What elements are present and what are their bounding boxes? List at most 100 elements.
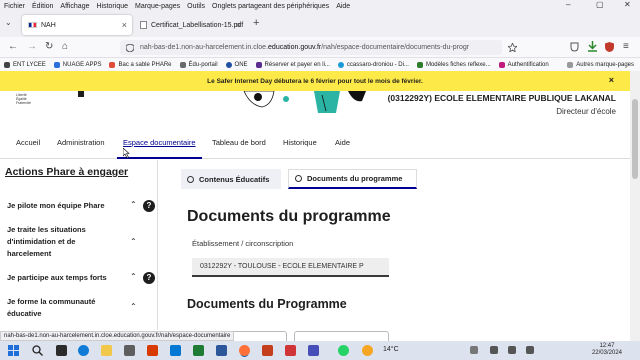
- powerpoint-icon[interactable]: [262, 345, 273, 356]
- close-tab-icon[interactable]: ×: [236, 20, 241, 30]
- home-button[interactable]: ⌂: [62, 41, 68, 53]
- shield-icon[interactable]: [126, 44, 134, 52]
- bookmark-label: Bac a sable PHARe: [118, 61, 172, 68]
- menu-help[interactable]: Aide: [336, 3, 350, 10]
- nav-espace-documentaire[interactable]: Espace documentaire: [117, 138, 202, 159]
- windows-start-icon[interactable]: [8, 345, 19, 356]
- file-explorer-icon[interactable]: [101, 345, 112, 356]
- etab-label: Établissement / circonscription: [192, 239, 294, 248]
- page-title: Documents du programme: [187, 208, 391, 225]
- chevron-up-icon[interactable]: ⌃: [130, 302, 137, 311]
- shield-extension-icon[interactable]: [605, 42, 614, 52]
- bookmark-label: Réserver et payer en li...: [264, 61, 330, 68]
- onedrive-icon[interactable]: [470, 346, 478, 354]
- forward-button[interactable]: →: [27, 41, 37, 53]
- menu-tools[interactable]: Outils: [187, 3, 205, 10]
- tab-documents-programme[interactable]: Documents du programme: [288, 169, 417, 189]
- folder-icon: [567, 61, 574, 68]
- bookmark-star-icon[interactable]: [508, 43, 517, 52]
- bookmark-icon: [4, 61, 10, 68]
- user-role: Directeur d'école: [556, 107, 616, 116]
- menu-edit[interactable]: Édition: [32, 3, 53, 10]
- close-window-button[interactable]: ✕: [624, 0, 631, 9]
- download-icon[interactable]: [588, 41, 597, 52]
- tab-list-icon[interactable]: ⌄: [5, 18, 12, 27]
- chevron-up-icon[interactable]: ⌃: [130, 272, 137, 281]
- sidebar-item-situations[interactable]: Je traite les situations d'intimidation …: [7, 224, 117, 260]
- nav-historique[interactable]: Historique: [283, 138, 317, 147]
- network-icon[interactable]: [490, 346, 498, 354]
- menu-bar: Fichier Édition Affichage Historique Mar…: [0, 0, 640, 12]
- app-menu-button[interactable]: ≡: [623, 41, 629, 53]
- task-view-icon[interactable]: [56, 345, 67, 356]
- nav-tableau-de-bord[interactable]: Tableau de bord: [212, 138, 266, 147]
- puzzle-icon: [498, 61, 505, 68]
- nav-aide[interactable]: Aide: [335, 138, 350, 147]
- close-icon[interactable]: ×: [609, 75, 614, 85]
- menu-bookmarks[interactable]: Marque-pages: [135, 3, 180, 10]
- clock-time: 12:47: [599, 343, 615, 349]
- bookmark-item[interactable]: ccassaro-droniou - Di...: [337, 61, 409, 68]
- battery-icon[interactable]: [526, 346, 534, 354]
- close-tab-icon[interactable]: ×: [122, 20, 127, 30]
- teams-icon[interactable]: [308, 345, 319, 356]
- word-icon[interactable]: [216, 345, 227, 356]
- bookmark-label: ENT LYCEE: [13, 61, 46, 68]
- weather-icon: [362, 345, 373, 356]
- other-bookmarks[interactable]: Autres marque-pages: [567, 61, 634, 68]
- search-icon[interactable]: [32, 345, 43, 356]
- bookmark-icon: [255, 61, 262, 68]
- sidebar-item-temps-forts[interactable]: Je participe aux temps forts: [7, 272, 117, 284]
- help-icon[interactable]: ?: [143, 200, 155, 212]
- menu-shared-tabs[interactable]: Onglets partageant des périphériques: [212, 3, 329, 10]
- bookmark-item[interactable]: ENT LYCEE: [4, 61, 46, 68]
- bookmark-item[interactable]: Réserver et payer en li...: [255, 61, 330, 68]
- menu-file[interactable]: Fichier: [4, 3, 25, 10]
- bookmark-item[interactable]: ONE: [225, 61, 248, 68]
- firefox-icon[interactable]: [239, 345, 250, 356]
- sidebar-item-pilote[interactable]: Je pilote mon équipe Phare: [7, 200, 117, 212]
- new-tab-button[interactable]: +: [253, 17, 259, 29]
- menu-view[interactable]: Affichage: [60, 3, 89, 10]
- url-bar[interactable]: nah-bas-de1.non-au-harcelement.in.cloe. e…: [120, 40, 502, 55]
- bookmark-item[interactable]: Authentification: [498, 61, 549, 68]
- office-icon[interactable]: [147, 345, 158, 356]
- system-clock[interactable]: 12:47 22/03/2024: [592, 343, 622, 357]
- scrollbar-thumb[interactable]: [632, 99, 638, 179]
- tab-contenus-educatifs[interactable]: Contenus Éducatifs: [181, 169, 281, 189]
- main-content: Contenus Éducatifs Documents du programm…: [159, 160, 630, 343]
- bookmark-label: ONE: [234, 61, 248, 68]
- pocket-icon[interactable]: [570, 42, 579, 52]
- edge-icon[interactable]: [78, 345, 89, 356]
- page-scrollbar[interactable]: [630, 71, 640, 341]
- bookmark-item[interactable]: NUAGE APPS: [53, 61, 101, 68]
- bookmark-item[interactable]: Bac a sable PHARe: [109, 61, 172, 68]
- bookmark-item[interactable]: Modèles fiches reflexe...: [416, 61, 491, 68]
- tab-certificat[interactable]: Certificat_Labellisation-15.pdf ×: [134, 15, 246, 35]
- reload-button[interactable]: ↻: [45, 41, 53, 53]
- sidebar-item-forme[interactable]: Je forme la communauté éducative: [7, 296, 117, 320]
- chevron-up-icon[interactable]: ⌃: [130, 200, 137, 209]
- help-icon[interactable]: ?: [143, 272, 155, 284]
- menu-history[interactable]: Historique: [96, 3, 128, 10]
- acrobat-icon[interactable]: [285, 345, 296, 356]
- nav-accueil[interactable]: Accueil: [16, 138, 40, 147]
- tab-nah[interactable]: NAH ×: [22, 15, 132, 35]
- excel-icon[interactable]: [193, 345, 204, 356]
- check-circle-icon: [187, 175, 194, 183]
- minimize-button[interactable]: –: [566, 0, 570, 9]
- store-icon[interactable]: [124, 345, 135, 356]
- pdf-icon: [140, 21, 147, 29]
- back-button[interactable]: ←: [8, 41, 18, 53]
- whatsapp-icon[interactable]: [338, 345, 349, 356]
- chevron-up-icon[interactable]: ⌃: [130, 237, 137, 246]
- bookmark-item[interactable]: Édu-portail: [179, 61, 218, 68]
- mail-icon[interactable]: [170, 345, 181, 356]
- maximize-button[interactable]: ▢: [596, 0, 604, 9]
- nav-administration[interactable]: Administration: [57, 138, 105, 147]
- check-circle-icon: [295, 175, 302, 182]
- etab-select[interactable]: 0312292Y - TOULOUSE - ECOLE ELEMENTAIRE …: [192, 258, 389, 277]
- bookmark-icon: [337, 61, 344, 68]
- status-url: nah-bas-de1.non-au-harcelement.in.cloe.e…: [0, 331, 235, 341]
- volume-icon[interactable]: [508, 346, 516, 354]
